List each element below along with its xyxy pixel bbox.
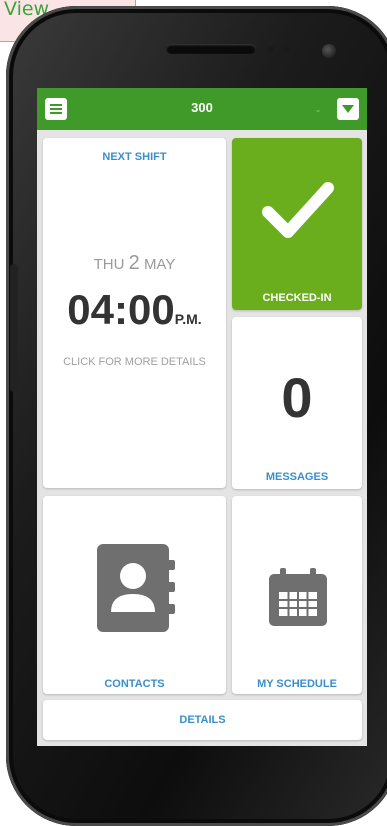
contacts-book-icon [97,544,175,632]
dropdown-icon[interactable] [337,98,359,120]
shift-date-number: 2 [128,252,140,274]
header-dash: - [316,103,320,117]
messages-count: 0 [281,366,313,429]
contacts-label: CONTACTS [104,678,165,690]
shift-time-value: 04:00 [67,286,175,333]
sensor-dot [268,46,274,52]
details-button[interactable]: DETAILS [43,700,362,740]
front-camera [322,44,336,58]
shift-day: THU [93,256,125,273]
my-schedule-tile[interactable]: MY SCHEDULE [232,496,362,694]
next-shift-label: NEXT SHIFT [102,151,167,163]
sensor-dot [284,46,290,52]
app-screen: 300 - NEXT SHIFT THU 2 MAY 04:00P.M. CLI… [37,88,367,746]
speaker-grille [166,44,256,54]
details-label: DETAILS [179,714,226,726]
side-button [10,264,18,392]
my-schedule-label: MY SCHEDULE [257,678,337,690]
messages-label: MESSAGES [265,471,329,483]
calendar-icon [269,568,327,626]
next-shift-tile[interactable]: NEXT SHIFT THU 2 MAY 04:00P.M. CLICK FOR… [43,138,226,488]
shift-ampm: P.M. [174,311,202,327]
contacts-tile[interactable]: CONTACTS [43,496,226,694]
checked-in-tile[interactable]: CHECKED-IN [232,138,362,310]
checkmark-icon [262,182,334,238]
shift-date: THU 2 MAY [43,252,226,275]
more-details-hint: CLICK FOR MORE DETAILS [63,356,206,368]
app-header: 300 - [37,88,367,130]
shift-month: MAY [143,256,176,273]
shift-time: 04:00P.M. [43,286,226,334]
checked-in-label: CHECKED-IN [262,292,332,304]
messages-tile[interactable]: 0 MESSAGES [232,317,362,489]
